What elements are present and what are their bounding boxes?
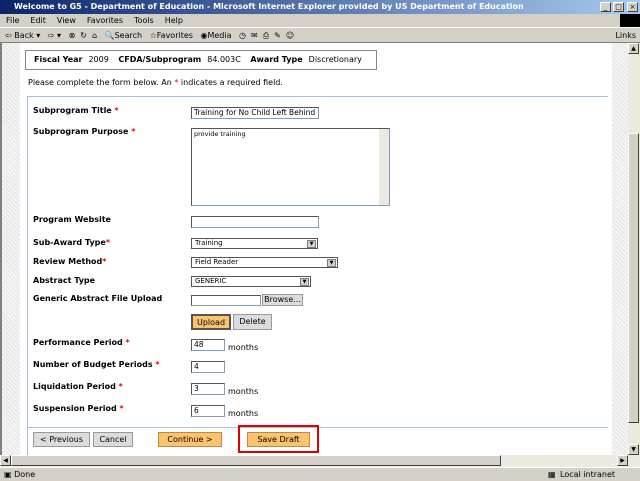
menu-bar: File Edit View Favorites Tools Help (0, 14, 640, 27)
refresh-icon[interactable]: ↻ (80, 31, 87, 40)
award-type: Discretionary (308, 55, 362, 64)
cfda-value: 84.003C (207, 55, 241, 64)
cfda-label: CFDA/Subprogram (118, 55, 202, 64)
award-type-label: Award Type (250, 55, 303, 64)
menu-view[interactable]: View (57, 16, 76, 25)
media-button[interactable]: ◉Media (200, 31, 231, 40)
scroll-up-icon[interactable]: ▲ (628, 43, 639, 54)
scroll-thumb[interactable] (11, 455, 501, 466)
textarea-scrollbar[interactable] (379, 129, 389, 205)
stop-icon[interactable]: ⊗ (69, 31, 76, 40)
performance-period-input[interactable]: 48 (191, 339, 225, 351)
sub-award-type-label: Sub-Award Type* (33, 238, 111, 247)
favorites-button[interactable]: ☆Favorites (150, 31, 193, 40)
page (20, 43, 612, 455)
months-label: months (228, 343, 259, 352)
messenger-icon[interactable]: ☺ (286, 31, 294, 40)
divider (27, 96, 608, 97)
chevron-down-icon: ▼ (307, 240, 316, 248)
program-website-input[interactable] (191, 216, 319, 228)
mail-icon[interactable]: ✉ (251, 31, 258, 40)
back-button[interactable]: ⇦ Back ▾ (5, 31, 40, 40)
chevron-down-icon: ▼ (327, 259, 336, 267)
subprogram-purpose-textarea[interactable]: provide training (191, 128, 390, 206)
abstract-type-select[interactable]: GENERIC ▼ (191, 276, 311, 287)
maximize-button[interactable]: □ (613, 2, 624, 12)
review-method-label: Review Method* (33, 257, 107, 266)
edit-icon[interactable]: ✎ (274, 31, 281, 40)
review-method-select[interactable]: Field Reader ▼ (191, 257, 338, 268)
liquidation-period-input[interactable]: 3 (191, 383, 225, 395)
menu-help[interactable]: Help (165, 16, 183, 25)
menu-tools[interactable]: Tools (134, 16, 154, 25)
vertical-scrollbar[interactable]: ▲ ▼ (628, 43, 640, 455)
abstract-type-label: Abstract Type (33, 276, 96, 285)
instructions: Please complete the form below. An * ind… (28, 78, 283, 87)
info-box: Fiscal Year 2009 CFDA/Subprogram 84.003C A… (25, 50, 377, 70)
scroll-thumb[interactable] (628, 133, 639, 423)
scroll-left-icon[interactable]: ◀ (0, 455, 11, 466)
close-button[interactable]: × (627, 2, 638, 12)
previous-button[interactable]: < Previous (33, 432, 90, 447)
scroll-down-icon[interactable]: ▼ (628, 444, 639, 455)
home-icon[interactable]: ⌂ (92, 31, 97, 40)
fiscal-year: 2009 (88, 55, 109, 64)
ie-page-icon: ▣ (4, 470, 12, 479)
file-path-input[interactable] (191, 295, 261, 306)
months-label: months (228, 387, 259, 396)
status-text: Done (14, 470, 36, 479)
subprogram-title-label: Subprogram Title * (33, 106, 119, 115)
fiscal-year-label: Fiscal Year (34, 55, 83, 64)
suspension-period-label: Suspension Period * (33, 404, 124, 413)
program-website-label: Program Website (33, 215, 111, 224)
history-icon[interactable]: ◷ (239, 31, 246, 40)
form-border (27, 96, 28, 455)
windows-logo-icon (620, 14, 640, 27)
menu-file[interactable]: File (6, 16, 19, 25)
search-button[interactable]: 🔍Search (105, 31, 142, 40)
menu-edit[interactable]: Edit (30, 16, 46, 25)
zone-text: Local intranet (560, 470, 616, 479)
budget-periods-input[interactable]: 4 (191, 361, 225, 373)
scroll-right-icon[interactable]: ▶ (617, 455, 628, 466)
highlight-box (238, 425, 319, 453)
window-title: Welcome to G5 - Department of Education … (14, 2, 524, 11)
sub-award-type-select[interactable]: Training ▼ (191, 238, 318, 249)
links-button[interactable]: Links (615, 28, 636, 44)
suspension-period-input[interactable]: 6 (191, 405, 225, 417)
title-bar: Welcome to G5 - Department of Education … (0, 0, 640, 14)
print-icon[interactable]: ⎙ (263, 31, 269, 40)
performance-period-label: Performance Period * (33, 338, 130, 347)
months-label: months (228, 409, 259, 418)
minimize-button[interactable]: _ (600, 2, 611, 12)
delete-button[interactable]: Delete (233, 314, 272, 330)
upload-button[interactable]: Upload (191, 314, 231, 330)
toolbar: ⇦ Back ▾ ⇨ ▾ ⊗ ↻ ⌂ 🔍Search ☆Favorites ◉Med… (0, 27, 640, 43)
status-bar: ▣ Done ▦ Local intranet (0, 467, 640, 480)
cancel-button[interactable]: Cancel (93, 432, 133, 447)
liquidation-period-label: Liquidation Period * (33, 382, 123, 391)
subprogram-title-input[interactable]: Training for No Child Left Behind (191, 107, 319, 119)
budget-periods-label: Number of Budget Periods * (33, 360, 160, 369)
file-upload-label: Generic Abstract File Upload (33, 294, 163, 303)
forward-button[interactable]: ⇨ ▾ (48, 31, 61, 40)
menu-favorites[interactable]: Favorites (87, 16, 123, 25)
subprogram-purpose-label: Subprogram Purpose * (33, 127, 136, 136)
continue-button[interactable]: Continue > (158, 432, 222, 447)
chevron-down-icon: ▼ (300, 278, 309, 286)
horizontal-scrollbar[interactable]: ◀ ▶ (0, 455, 640, 467)
browse-button[interactable]: Browse... (262, 294, 303, 306)
intranet-icon: ▦ (548, 470, 556, 479)
